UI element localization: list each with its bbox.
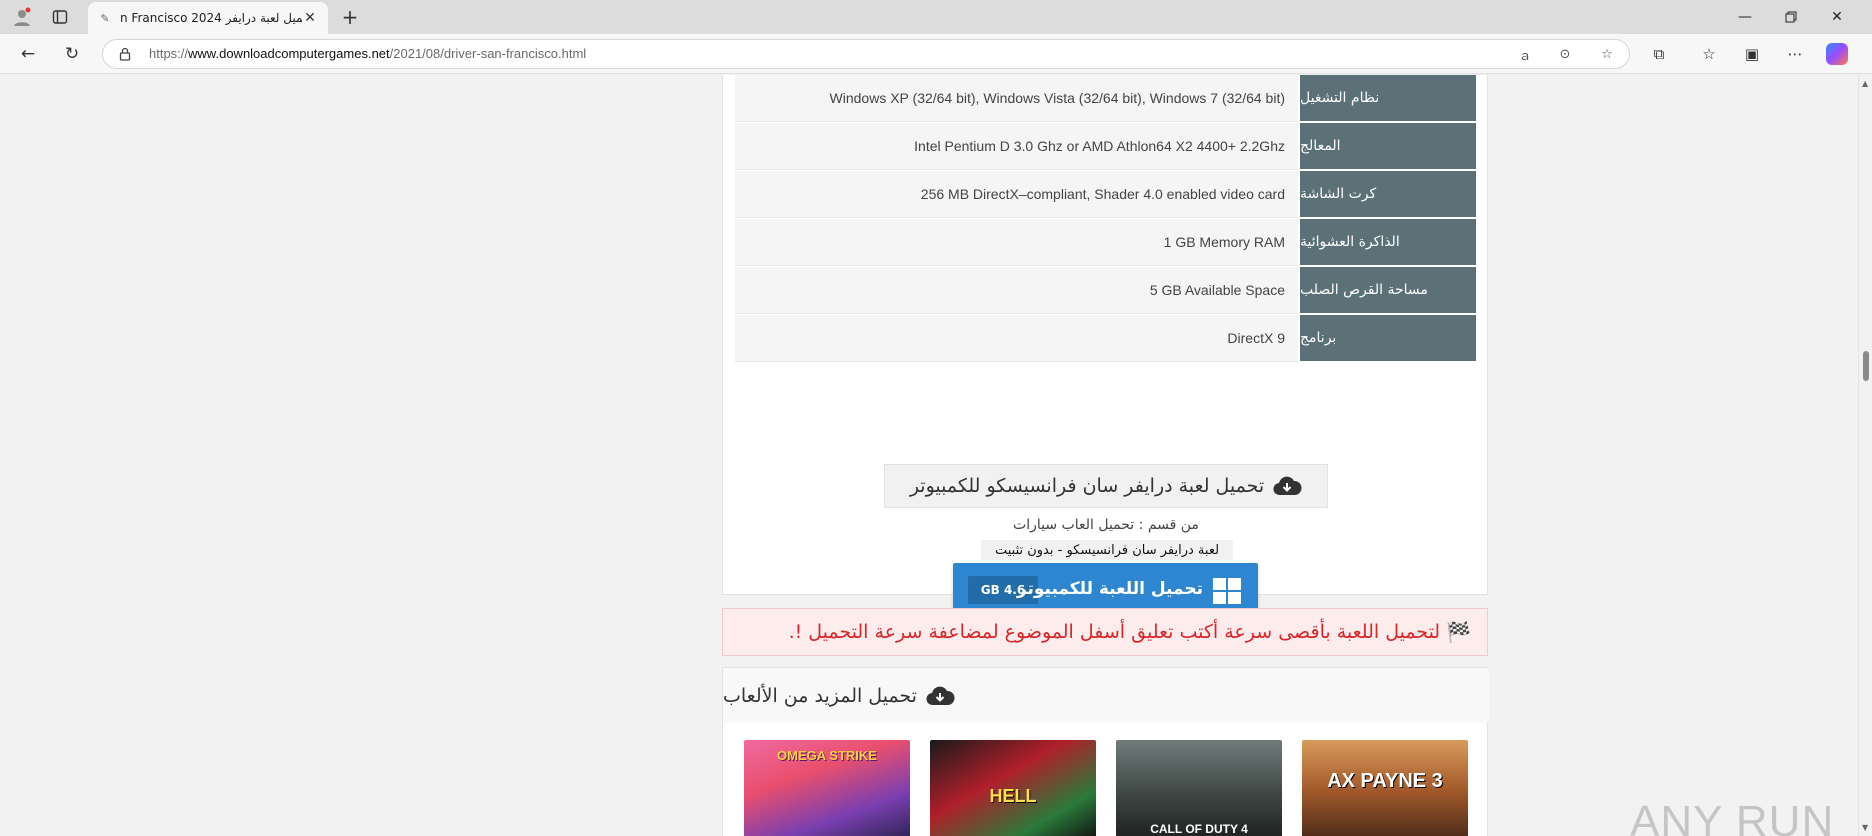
spec-row: Intel Pentium D 3.0 Ghz or AMD Athlon64 … — [735, 123, 1476, 170]
ellipsis-icon[interactable]: ⊙ — [1555, 45, 1575, 63]
thumbnail-title: AX PAYNE 3 — [1327, 770, 1443, 792]
close-window-icon[interactable]: ✕ — [1814, 0, 1860, 34]
download-heading: تحميل لعبة درايفر سان فرانسيسكو للكمبيوت… — [884, 464, 1328, 508]
profile-icon[interactable] — [9, 5, 35, 29]
spec-label: المعالج — [1300, 123, 1476, 170]
plus-icon[interactable]: + — [338, 5, 362, 29]
spec-value: Intel Pentium D 3.0 Ghz or AMD Athlon64 … — [735, 123, 1298, 170]
more-games-heading-text: تحميل المزيد من الألعاب — [723, 684, 917, 707]
copilot-icon[interactable] — [1826, 43, 1848, 65]
category-text: من قسم : تحميل العاب سيارات — [1013, 517, 1199, 533]
cloud-download-icon — [925, 685, 955, 707]
spec-label: الذاكرة العشوائية — [1300, 219, 1476, 266]
tab-actions-icon[interactable] — [47, 5, 73, 29]
spec-row: DirectX 9 برنامج — [735, 315, 1476, 362]
spec-value: Windows XP (32/64 bit), Windows Vista (3… — [735, 75, 1298, 122]
toolbar: ← ↻ https://www.downloadcomputergames.ne… — [0, 34, 1872, 74]
download-button-label: تحميل اللعبة للكمبيوتر — [1016, 579, 1203, 599]
checkered-flag-icon: 🏁 — [1446, 620, 1471, 644]
url-text[interactable]: https://www.downloadcomputergames.net/20… — [149, 46, 586, 61]
speed-notice: لتحميل اللعبة بأقصى سرعة أكتب تعليق أسفل… — [722, 608, 1488, 656]
lock-icon[interactable] — [119, 47, 133, 61]
scroll-down-icon[interactable]: ▼ — [1862, 823, 1868, 832]
more-games-heading: تحميل المزيد من الألعاب — [723, 668, 1489, 723]
notice-text: لتحميل اللعبة بأقصى سرعة أكتب تعليق أسفل… — [788, 621, 1441, 643]
spec-row: Windows XP (32/64 bit), Windows Vista (3… — [735, 75, 1476, 122]
spec-label: نظام التشغيل — [1300, 75, 1476, 122]
game-thumbnail[interactable]: HELL — [930, 740, 1096, 836]
vertical-scrollbar[interactable]: ▲ ▼ — [1858, 75, 1872, 836]
back-arrow-icon[interactable]: ← — [15, 42, 41, 66]
spec-label: مساحة القرص الصلب — [1300, 267, 1476, 314]
thumbnail-title: CALL OF DUTY 4 — [1150, 822, 1248, 836]
game-thumbnail[interactable]: CALL OF DUTY 4 — [1116, 740, 1282, 836]
spec-label: كرت الشاشة — [1300, 171, 1476, 218]
scrollbar-thumb[interactable] — [1863, 351, 1869, 381]
restore-icon[interactable] — [1768, 0, 1814, 34]
spec-row: 256 MB DirectX–compliant, Shader 4.0 ena… — [735, 171, 1476, 218]
game-thumbnail[interactable]: OMEGA STRIKE — [744, 740, 910, 836]
anyrun-watermark: ANY RUN — [1630, 797, 1835, 836]
thumbnail-title: HELL — [989, 786, 1037, 806]
favorites-icon[interactable]: ☆ — [1697, 43, 1721, 65]
page-viewport: Windows XP (32/64 bit), Windows Vista (3… — [0, 75, 1858, 836]
game-name-label: لعبة درايفر سان فرانسيسكو - بدون تثبيت — [981, 540, 1233, 560]
windows-logo-icon — [1213, 578, 1241, 604]
more-games-card: تحميل المزيد من الألعاب OMEGA STRIKE HEL… — [722, 667, 1489, 836]
tab-bar: ✎ n Francisco 2024 تحميل لعبة درايفر ✕ +… — [0, 0, 1872, 34]
collections-icon[interactable]: ▣ — [1740, 43, 1764, 65]
scroll-up-icon[interactable]: ▲ — [1862, 79, 1868, 88]
read-aloud-icon[interactable]: ａ — [1515, 45, 1535, 64]
site-favicon-icon: ✎ — [100, 11, 110, 25]
browser-tab[interactable]: ✎ n Francisco 2024 تحميل لعبة درايفر ✕ — [88, 2, 328, 34]
download-heading-text: تحميل لعبة درايفر سان فرانسيسكو للكمبيوت… — [909, 475, 1265, 497]
system-requirements-card: Windows XP (32/64 bit), Windows Vista (3… — [722, 75, 1488, 617]
star-icon[interactable]: ☆ — [1597, 45, 1617, 63]
minimize-icon[interactable]: — — [1722, 0, 1768, 34]
thumbnail-title: OMEGA STRIKE — [777, 748, 877, 763]
cloud-download-icon — [1272, 475, 1302, 497]
tab-title: n Francisco 2024 تحميل لعبة درايفر — [120, 11, 302, 25]
spec-label: برنامج — [1300, 315, 1476, 362]
address-bar[interactable]: https://www.downloadcomputergames.net/20… — [102, 39, 1630, 69]
reload-icon[interactable]: ↻ — [59, 42, 85, 66]
spec-value: 256 MB DirectX–compliant, Shader 4.0 ena… — [735, 171, 1298, 218]
close-tab-icon[interactable]: ✕ — [302, 10, 318, 26]
game-thumbnail[interactable]: AX PAYNE 3 — [1302, 740, 1468, 836]
spec-value: DirectX 9 — [735, 315, 1298, 362]
spec-row: 1 GB Memory RAM الذاكرة العشوائية — [735, 219, 1476, 266]
spec-row: 5 GB Available Space مساحة القرص الصلب — [735, 267, 1476, 314]
spec-value: 1 GB Memory RAM — [735, 219, 1298, 266]
more-icon[interactable]: ⋯ — [1783, 43, 1807, 65]
puzzle-icon[interactable]: ⧉ — [1647, 43, 1671, 65]
spec-value: 5 GB Available Space — [735, 267, 1298, 314]
